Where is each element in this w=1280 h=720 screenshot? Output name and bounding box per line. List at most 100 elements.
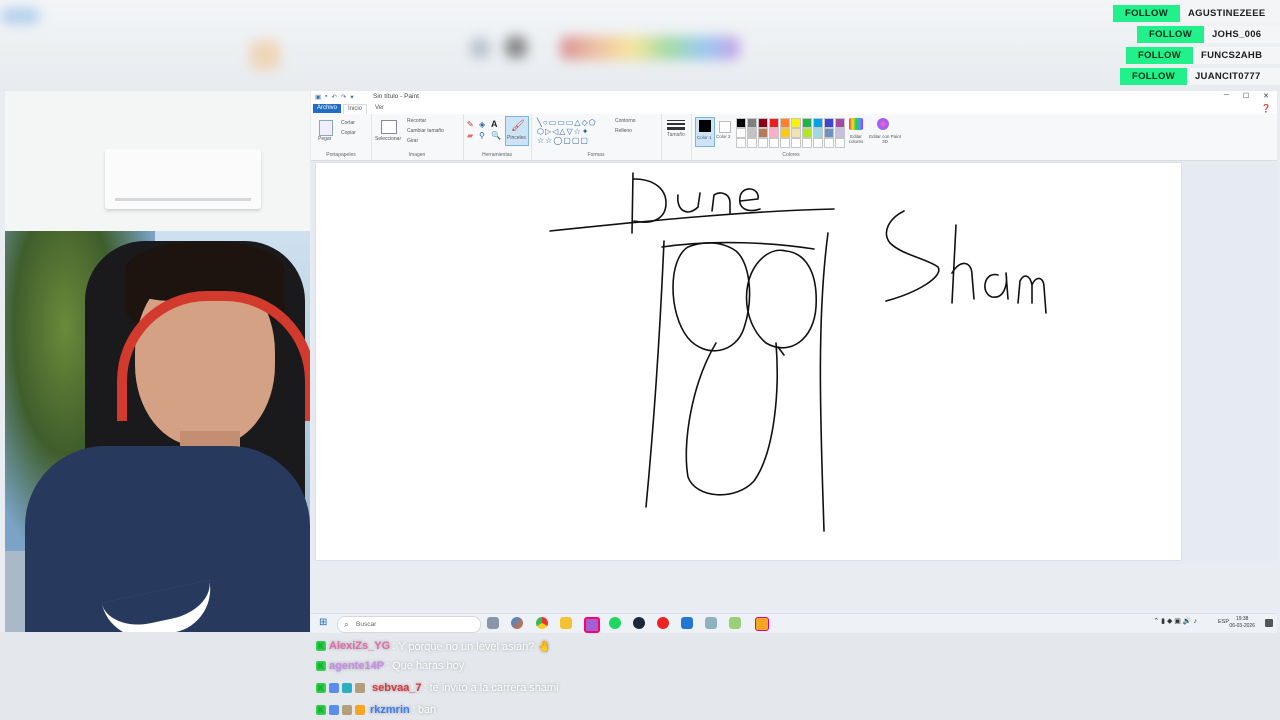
cut-button[interactable]: Cortar [341,120,355,126]
drawing-canvas[interactable] [316,163,1181,560]
select-icon[interactable] [381,120,397,134]
fill-button[interactable]: Relleno [615,128,632,134]
clock[interactable]: 19:38 06-03-2026 [1229,616,1255,630]
steam-icon[interactable] [633,617,645,629]
shapes-gallery-icon[interactable]: ╲○▭▭▭△◇⬠ ⬡▷◁△▽☆✦ ☆☆◯▢▢▢ [537,118,609,146]
color2-selector[interactable]: Color 2 [715,117,733,145]
rotate-button[interactable]: Girar [407,138,418,144]
color-swatch[interactable] [835,118,845,128]
pencil-icon[interactable]: ✎ [467,120,474,129]
system-tray-icons[interactable]: ⌃ ▮ ◆ ▣ 🔊 ♪ [1153,617,1197,625]
color-swatch[interactable] [736,128,746,138]
kick-badge-icon: K [316,705,326,715]
app-icon-red[interactable] [657,617,669,629]
color-swatch[interactable] [791,128,801,138]
resize-button[interactable]: Cambiar tamaño [407,128,444,134]
task-view-icon[interactable] [487,617,499,629]
fill-icon[interactable]: ◈ [479,120,485,129]
taskbar-search[interactable]: ⌕ Buscar [337,616,481,633]
tab-archivo[interactable]: Archivo [313,104,342,113]
save-icon[interactable]: ▪ [325,93,327,101]
color-swatch[interactable] [802,138,812,148]
paste-label[interactable]: Pegar [318,136,331,142]
follow-button: FOLLOW [1137,26,1204,43]
undo-icon[interactable]: ↶ [331,93,336,101]
color-swatch[interactable] [791,118,801,128]
color-swatch[interactable] [835,128,845,138]
customize-qa-icon[interactable]: ▾ [350,93,353,101]
color-swatch[interactable] [813,118,823,128]
color2-label: Color 2 [716,134,731,139]
file-explorer-icon[interactable] [560,617,572,629]
close-icon[interactable]: ✕ [1263,92,1269,100]
crown-badge-icon [355,705,365,715]
color-swatch[interactable] [747,128,757,138]
color-swatch[interactable] [802,118,812,128]
tab-inicio[interactable]: Inicio [343,104,368,114]
color-swatch[interactable] [813,138,823,148]
kick-badge-icon: K [316,683,326,693]
tab-ver[interactable]: Ver [371,104,388,113]
color-swatch[interactable] [824,128,834,138]
app-icon-green[interactable] [729,617,741,629]
color-swatch[interactable] [747,118,757,128]
color-swatch[interactable] [769,118,779,128]
help-icon[interactable]: ❓ [1261,104,1271,113]
paste-icon[interactable] [319,120,333,136]
paint3d-label[interactable]: Editar con Paint 3D [869,134,901,144]
edge-icon[interactable] [511,617,523,629]
color-swatch[interactable] [780,138,790,148]
app-icon-teal[interactable] [705,617,717,629]
paint3d-icon[interactable] [877,118,889,130]
blurred-desktop-background-bottom [0,632,1280,720]
color-swatch[interactable] [736,118,746,128]
edit-colors-icon[interactable] [849,118,863,130]
brushes-button[interactable]: 🖌 Pinceles [505,116,529,146]
paint-window: ▣ ▪ ↶ ↷ ▾ Sin título - Paint ─ ☐ ✕ Archi… [311,91,1277,561]
color-swatch[interactable] [824,138,834,148]
outline-button[interactable]: Contorno [615,118,636,124]
blurred-desktop-background [0,0,1280,92]
color-swatch[interactable] [780,128,790,138]
notifications-icon[interactable] [1265,619,1273,627]
language-indicator[interactable]: ESP [1218,619,1229,625]
color-swatch[interactable] [835,138,845,148]
color-swatch[interactable] [791,138,801,148]
follow-alert: FOLLOW JOHS_006 [1137,26,1280,43]
color-picker-icon[interactable]: ⚲ [479,131,485,140]
color-swatch[interactable] [824,118,834,128]
air-conditioner [105,149,261,209]
color-swatch[interactable] [758,128,768,138]
crop-button[interactable]: Recortar [407,118,426,124]
color-swatch[interactable] [813,128,823,138]
eraser-icon[interactable]: ▰ [467,131,473,140]
color-swatch[interactable] [736,138,746,148]
color-swatch[interactable] [769,138,779,148]
drawn-letter-m [1017,275,1047,314]
color-swatch[interactable] [780,118,790,128]
app-icon-blue[interactable] [681,617,693,629]
edit-colors-label[interactable]: Editar colores [845,134,867,144]
color-swatch[interactable] [769,128,779,138]
paint-taskbar-icon[interactable] [755,617,769,631]
select-label[interactable]: Seleccionar [375,136,401,142]
spotify-icon[interactable] [609,617,621,629]
color-swatch[interactable] [747,138,757,148]
color-swatch[interactable] [758,138,768,148]
obs-icon[interactable] [584,617,600,633]
redo-icon[interactable]: ↷ [341,93,346,101]
search-placeholder: Buscar [356,621,377,628]
size-lines-icon[interactable] [667,120,685,132]
group-label: Imagen [408,152,426,158]
color-swatch[interactable] [758,118,768,128]
copy-button[interactable]: Copiar [341,130,356,136]
chrome-icon[interactable] [536,617,548,629]
minimize-icon[interactable]: ─ [1224,92,1229,100]
start-icon[interactable]: ⊞ [319,618,329,628]
text-icon[interactable]: A [491,119,498,129]
maximize-icon[interactable]: ☐ [1243,92,1249,100]
color1-selector[interactable]: Color 1 [695,117,715,147]
webcam-feed [5,91,310,632]
color-swatch[interactable] [802,128,812,138]
magnifier-icon[interactable]: 🔍 [491,131,501,140]
